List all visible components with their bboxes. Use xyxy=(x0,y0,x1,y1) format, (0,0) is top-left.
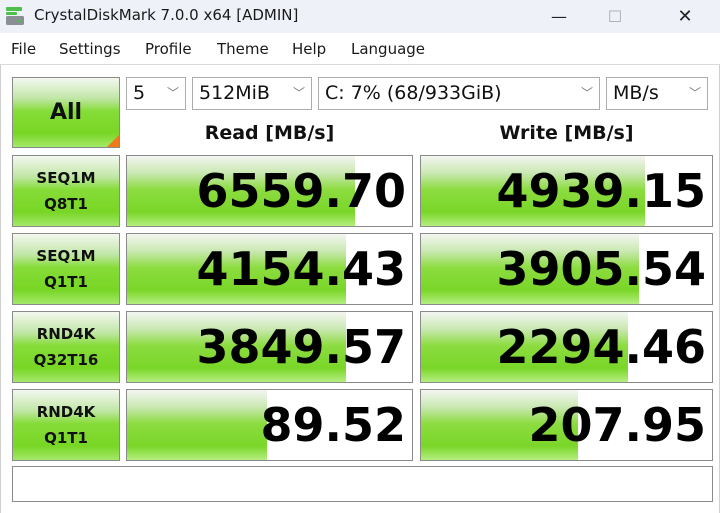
minimize-icon: — xyxy=(551,7,567,26)
menu-settings[interactable]: Settings xyxy=(59,40,121,58)
write-value: 207.95 xyxy=(528,398,706,452)
drive-value: C: 7% (68/933GiB) xyxy=(325,82,502,104)
close-icon: ✕ xyxy=(677,6,693,27)
run-all-label: All xyxy=(49,100,83,125)
test-params: Q8T1 xyxy=(44,195,88,213)
title-bar: CrystalDiskMark 7.0.0 x64 [ADMIN] — ☐ ✕ xyxy=(0,0,720,33)
test-name: SEQ1M xyxy=(36,169,96,187)
read-value: 89.52 xyxy=(260,398,406,452)
chevron-down-icon: ﹀ xyxy=(292,86,305,100)
read-result-cell: 89.52 xyxy=(126,389,413,461)
menu-profile[interactable]: Profile xyxy=(145,40,192,58)
menu-file[interactable]: File xyxy=(11,40,36,58)
menu-language[interactable]: Language xyxy=(351,40,425,58)
test-count-value: 5 xyxy=(133,82,146,104)
maximize-icon: ☐ xyxy=(607,7,623,26)
write-result-cell: 4939.15 xyxy=(420,155,713,227)
comment-field[interactable] xyxy=(12,466,713,502)
write-column-header: Write [MB/s] xyxy=(499,122,634,144)
chevron-down-icon: ﹀ xyxy=(688,86,701,100)
test-button-rnd4k-q32t16[interactable]: RND4K Q32T16 xyxy=(12,311,120,383)
close-button[interactable]: ✕ xyxy=(662,0,708,33)
drive-select[interactable]: C: 7% (68/933GiB) ﹀ xyxy=(318,77,600,110)
read-progress-bar xyxy=(127,390,267,460)
minimize-button[interactable]: — xyxy=(536,0,582,33)
read-result-cell: 6559.70 xyxy=(126,155,413,227)
write-result-cell: 207.95 xyxy=(420,389,713,461)
chevron-down-icon: ﹀ xyxy=(580,86,593,100)
write-result-cell: 3905.54 xyxy=(420,233,713,305)
test-count-select[interactable]: 5 ﹀ xyxy=(126,77,186,110)
read-column-header: Read [MB/s] xyxy=(204,122,335,144)
write-value: 4939.15 xyxy=(496,164,706,218)
disk-app-icon xyxy=(6,7,24,25)
test-name: SEQ1M xyxy=(36,247,96,265)
menu-theme[interactable]: Theme xyxy=(217,40,269,58)
read-value: 3849.57 xyxy=(196,320,406,374)
read-value: 6559.70 xyxy=(196,164,406,218)
test-button-seq1m-q1t1[interactable]: SEQ1M Q1T1 xyxy=(12,233,120,305)
unit-select[interactable]: MB/s ﹀ xyxy=(606,77,708,110)
test-size-value: 512MiB xyxy=(199,82,270,104)
test-button-rnd4k-q1t1[interactable]: RND4K Q1T1 xyxy=(12,389,120,461)
test-name: RND4K xyxy=(36,325,96,343)
read-result-cell: 3849.57 xyxy=(126,311,413,383)
test-params: Q1T1 xyxy=(44,429,88,447)
read-result-cell: 4154.43 xyxy=(126,233,413,305)
corner-indicator-icon xyxy=(107,135,119,147)
write-result-cell: 2294.46 xyxy=(420,311,713,383)
menu-help[interactable]: Help xyxy=(292,40,326,58)
write-value: 3905.54 xyxy=(496,242,706,296)
test-params: Q32T16 xyxy=(33,351,99,369)
test-button-seq1m-q8t1[interactable]: SEQ1M Q8T1 xyxy=(12,155,120,227)
menu-bar: File Settings Profile Theme Help Languag… xyxy=(0,33,720,65)
read-value: 4154.43 xyxy=(196,242,406,296)
chevron-down-icon: ﹀ xyxy=(166,86,179,100)
run-all-button[interactable]: All xyxy=(12,77,120,148)
unit-value: MB/s xyxy=(613,82,659,104)
maximize-button[interactable]: ☐ xyxy=(592,0,638,33)
window-title: CrystalDiskMark 7.0.0 x64 [ADMIN] xyxy=(34,6,299,24)
test-name: RND4K xyxy=(36,403,96,421)
test-size-select[interactable]: 512MiB ﹀ xyxy=(192,77,312,110)
write-value: 2294.46 xyxy=(496,320,706,374)
test-params: Q1T1 xyxy=(44,273,88,291)
